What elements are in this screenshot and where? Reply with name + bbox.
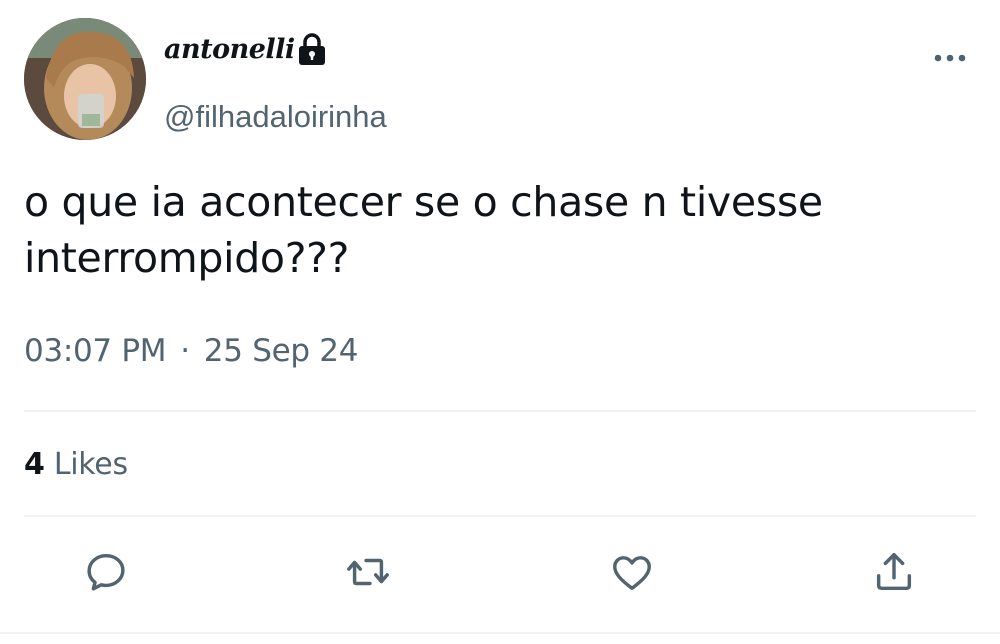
display-name[interactable]: antonelli [164,34,295,65]
like-button[interactable] [606,546,658,598]
tweet-timestamp[interactable]: 03:07 PM · 25 Sep 24 [24,333,358,369]
divider-bottom [24,515,976,517]
share-icon [876,553,912,591]
likes-count: 4 [24,447,45,482]
avatar[interactable] [24,18,146,140]
lock-icon [296,33,328,67]
more-icon [934,54,966,62]
tweet-text-line-1: o que ia acontecer se o chase n tivesse [24,178,823,226]
divider-top [24,410,976,412]
share-button[interactable] [868,546,920,598]
tweet-text: o que ia acontecer se o chase n tivesse … [24,174,974,286]
like-icon [613,556,651,591]
meta-separator: · [180,333,190,369]
tweet-time: 03:07 PM [24,333,167,369]
retweet-button[interactable] [342,546,394,598]
avatar-image [24,18,146,140]
user-handle[interactable]: @filhadaloirinha [164,99,387,135]
more-options-button[interactable] [930,46,970,70]
likes-stat[interactable]: 4 Likes [24,447,128,482]
reply-button[interactable] [80,546,132,598]
reply-icon [87,553,125,591]
tweet-date: 25 Sep 24 [203,333,359,369]
bottom-border [0,632,1000,634]
retweet-icon [347,558,389,586]
likes-label: Likes [53,447,128,482]
tweet-text-line-2: interrompido??? [24,234,350,282]
